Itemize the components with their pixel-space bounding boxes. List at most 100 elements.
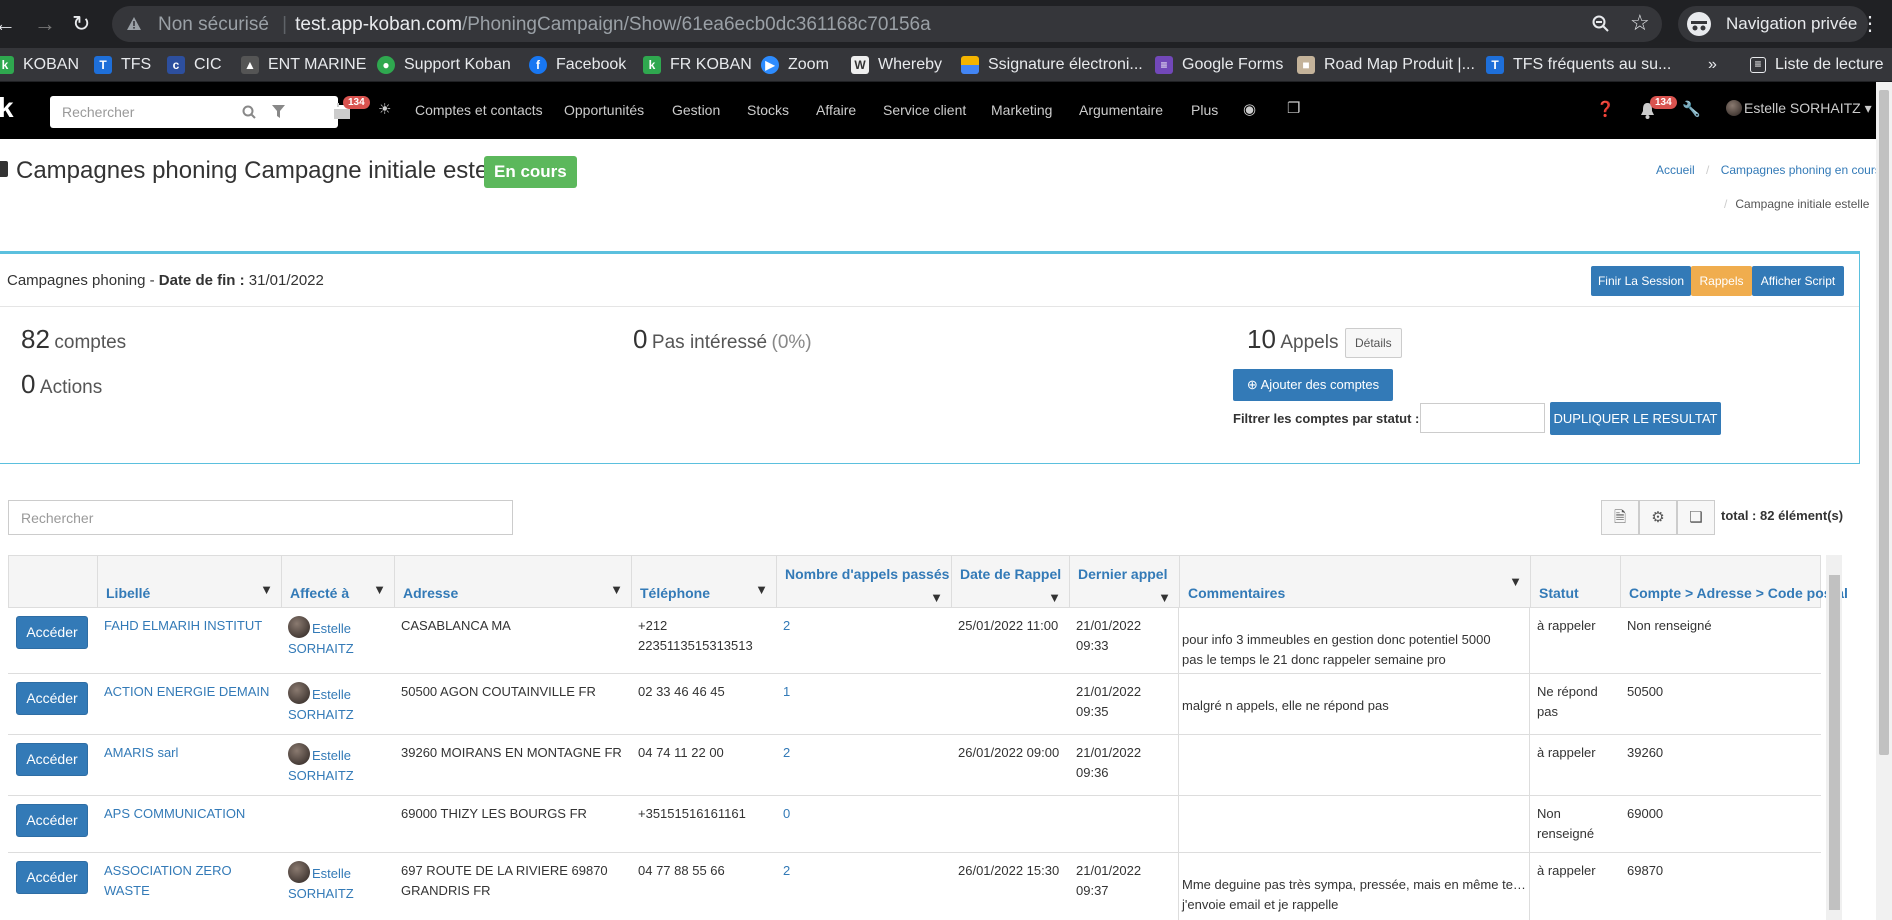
filter-icon[interactable]: ▼: [755, 582, 768, 597]
account-name-link[interactable]: AMARIS sarl: [104, 745, 178, 760]
kebab-menu-icon[interactable]: ⋮: [1860, 10, 1880, 38]
col-comments[interactable]: Commentaires ▼: [1179, 556, 1530, 609]
col-status[interactable]: Statut: [1530, 556, 1620, 609]
bookmark-cic[interactable]: c CIC: [167, 54, 222, 76]
column-divider: [1529, 608, 1530, 920]
filter-icon[interactable]: ▼: [930, 590, 943, 605]
excel-export-icon[interactable]: 🗎: [1601, 500, 1639, 535]
calls-count-link[interactable]: 2: [783, 618, 790, 633]
list-search-input[interactable]: Rechercher: [8, 500, 513, 535]
bookmark-facebook[interactable]: f Facebook: [529, 54, 626, 76]
postal-code-cell: 50500: [1627, 684, 1664, 699]
wrench-icon[interactable]: 🔧: [1682, 100, 1701, 118]
back-arrow-icon[interactable]: ←: [0, 10, 16, 38]
forward-arrow-icon[interactable]: →: [34, 10, 56, 38]
bookmarks-overflow[interactable]: »: [1708, 54, 1717, 76]
filter-icon[interactable]: [272, 105, 285, 119]
assigned-user[interactable]: Estelle SORHAITZ: [288, 861, 388, 904]
user-menu[interactable]: Estelle SORHAITZ ▾: [1726, 100, 1872, 117]
zoom-out-icon[interactable]: [1592, 15, 1610, 33]
filter-icon[interactable]: ▼: [260, 582, 273, 597]
finish-session-button[interactable]: Finir La Session: [1591, 266, 1691, 296]
account-name-link[interactable]: ACTION ENERGIE DEMAIN: [104, 684, 269, 699]
access-button[interactable]: Accéder: [16, 861, 88, 894]
incognito-pill[interactable]: Navigation privée: [1678, 6, 1868, 42]
calls-count-link[interactable]: 2: [783, 863, 790, 878]
filter-icon[interactable]: ▼: [373, 582, 386, 597]
calls-count-link[interactable]: 1: [783, 684, 790, 699]
col-last-call[interactable]: Dernier appel ▼: [1069, 556, 1179, 609]
browser-toolbar: ← → ↻ Non sécurisé | test.app-koban.com/P…: [0, 0, 1892, 48]
account-name-link[interactable]: ASSOCIATION ZERO WASTE: [104, 863, 232, 898]
bookmark-road-map[interactable]: ■ Road Map Produit |...: [1297, 54, 1475, 76]
assigned-user[interactable]: Estelle SORHAITZ: [288, 743, 388, 786]
col-recall-date[interactable]: Date de Rappel ▼: [951, 556, 1069, 609]
assigned-user[interactable]: Estelle SORHAITZ: [288, 682, 388, 725]
bookmark-google-forms[interactable]: ≡ Google Forms: [1155, 54, 1283, 76]
menu-marketing[interactable]: Marketing: [991, 102, 1052, 118]
calls-count-link[interactable]: 2: [783, 745, 790, 760]
lightbulb-icon[interactable]: ☀: [378, 100, 391, 118]
menu-more[interactable]: Plus: [1191, 102, 1218, 118]
menu-management[interactable]: Gestion: [672, 102, 720, 118]
col-address[interactable]: Adresse ▼: [394, 556, 631, 609]
breadcrumb-campaigns[interactable]: Campagnes phoning en cours: [1721, 163, 1881, 177]
bookmark-tfs-frequents[interactable]: T TFS fréquents au su...: [1486, 54, 1671, 76]
account-name-link[interactable]: APS COMMUNICATION: [104, 806, 245, 821]
star-icon[interactable]: ☆: [1630, 10, 1650, 36]
avatar: [288, 743, 310, 765]
breadcrumb-home[interactable]: Accueil: [1656, 163, 1695, 177]
filter-icon[interactable]: ▼: [1048, 590, 1061, 605]
menu-accounts[interactable]: Comptes et contacts: [415, 102, 543, 118]
dashboard-icon[interactable]: ◉: [1243, 100, 1256, 118]
windows-icon[interactable]: ❐: [1287, 99, 1300, 117]
bookmark-whereby[interactable]: W Whereby: [851, 54, 942, 76]
address-cell: CASABLANCA MA: [401, 618, 511, 633]
bookmark-tfs[interactable]: T TFS: [94, 54, 151, 76]
bookmark-signature[interactable]: Ssignature électroni...: [961, 54, 1143, 76]
bookmark-support-koban[interactable]: ● Support Koban: [377, 54, 511, 76]
col-phone[interactable]: Téléphone ▼: [631, 556, 776, 609]
filter-icon[interactable]: ▼: [1158, 590, 1171, 605]
koban-logo[interactable]: k: [0, 92, 14, 124]
reload-icon[interactable]: ↻: [72, 10, 90, 38]
calls-count-link[interactable]: 0: [783, 806, 790, 821]
bookmark-zoom[interactable]: ▶ Zoom: [761, 54, 829, 76]
search-icon[interactable]: [242, 105, 256, 119]
help-icon[interactable]: ❓: [1596, 100, 1615, 118]
bookmark-ent-marine[interactable]: ▲ ENT MARINE: [241, 54, 366, 76]
account-name-link[interactable]: FAHD ELMARIH INSTITUT: [104, 618, 262, 633]
add-accounts-button[interactable]: ⊕ Ajouter des comptes: [1233, 369, 1393, 401]
page-scrollbar-thumb[interactable]: [1879, 90, 1889, 755]
duplicate-result-button[interactable]: DUPLIQUER LE RESULTAT: [1550, 402, 1721, 435]
menu-argumentaire[interactable]: Argumentaire: [1079, 102, 1163, 118]
campaign-summary-panel: Campagnes phoning - Date de fin : 31/01/…: [0, 251, 1860, 464]
col-postal-code[interactable]: Compte > Adresse > Code postal: [1620, 556, 1848, 609]
menu-affaire[interactable]: Affaire: [816, 102, 856, 118]
reading-list[interactable]: ≡ Liste de lecture: [1750, 54, 1884, 76]
col-libelle[interactable]: Libellé ▼: [97, 556, 281, 609]
cube-icon[interactable]: ❑: [1677, 500, 1715, 535]
filter-icon[interactable]: ▼: [610, 582, 623, 597]
bookmark-fr-koban[interactable]: k FR KOBAN: [643, 54, 752, 76]
status-filter-input[interactable]: [1420, 403, 1545, 433]
assigned-user[interactable]: Estelle SORHAITZ: [288, 616, 388, 659]
details-button[interactable]: Détails: [1345, 328, 1402, 358]
filter-icon[interactable]: ▼: [1509, 574, 1522, 589]
access-button[interactable]: Accéder: [16, 804, 88, 837]
settings-icon[interactable]: ⚙: [1639, 500, 1677, 535]
access-button[interactable]: Accéder: [16, 616, 88, 649]
menu-customer-service[interactable]: Service client: [883, 102, 966, 118]
table-scrollbar-thumb[interactable]: [1829, 575, 1840, 910]
bookmark-koban[interactable]: k KOBAN: [0, 54, 79, 76]
col-calls[interactable]: Nombre d'appels passés ▼: [776, 556, 951, 609]
menu-opportunities[interactable]: Opportunités: [564, 102, 644, 118]
show-script-button[interactable]: Afficher Script: [1752, 266, 1844, 296]
reminders-button[interactable]: Rappels: [1691, 266, 1752, 296]
address-bar[interactable]: Non sécurisé | test.app-koban.com/Phoning…: [112, 6, 1662, 42]
menu-stocks[interactable]: Stocks: [747, 102, 789, 118]
col-assigned[interactable]: Affecté à ▼: [281, 556, 394, 609]
access-button[interactable]: Accéder: [16, 682, 88, 715]
global-search-input[interactable]: Rechercher: [50, 96, 338, 128]
access-button[interactable]: Accéder: [16, 743, 88, 776]
